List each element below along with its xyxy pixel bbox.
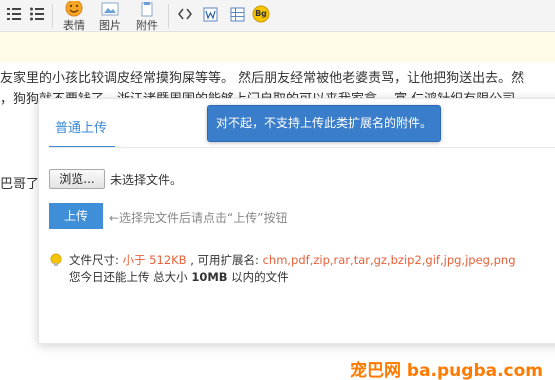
emoji-button[interactable]: 表情 [60, 0, 88, 32]
toolbar-divider [168, 4, 169, 28]
image-icon [101, 0, 119, 20]
image-label: 图片 [99, 19, 121, 32]
lightbulb-icon [49, 253, 63, 273]
quota-value: 10MB [191, 270, 228, 284]
file-size-line: 文件尺寸: 小于 512KB , 可用扩展名: chm,pdf,zip,rar,… [69, 252, 516, 269]
upload-hint: ←选择完文件后请点击“上传”按钮 [109, 211, 288, 225]
size-prefix: 文件尺寸: [69, 253, 123, 267]
ext-prefix: , 可用扩展名: [186, 253, 263, 267]
size-limit: 小于 512KB [122, 253, 187, 267]
notice-bar [0, 32, 555, 62]
selected-file-label: 未选择文件。 [110, 173, 183, 187]
site-watermark: 宠巴网 ba.pugba.com [350, 361, 544, 380]
code-icon[interactable] [177, 6, 193, 22]
attachment-label: 附件 [136, 19, 158, 32]
smiley-icon [65, 0, 83, 20]
background-color-badge: Bg [255, 9, 267, 18]
attachment-icon [139, 0, 155, 20]
word-document-icon[interactable] [202, 6, 218, 22]
image-button[interactable]: 图片 [96, 0, 124, 32]
tab-divider [49, 147, 555, 148]
allowed-extensions: chm,pdf,zip,rar,tar,gz,bzip2,gif,jpg,jpe… [262, 253, 516, 267]
toolbar-divider [52, 4, 53, 28]
quota-suffix: 以内的文件 [227, 270, 289, 284]
table-icon[interactable] [229, 6, 245, 22]
error-toast: 对不起，不支持上传此类扩展名的附件。 [207, 105, 441, 142]
quota-prefix: 您今日还能上传 总大小 [69, 270, 192, 284]
background-color-icon[interactable]: Bg [252, 5, 270, 23]
editor-toolbar: 表情 图片 附件 Bg [0, 0, 555, 32]
browse-button[interactable]: 浏览... [49, 169, 105, 189]
attachment-button[interactable]: 附件 [133, 0, 161, 32]
ordered-list-icon[interactable] [6, 6, 22, 22]
tab-normal-upload[interactable]: 普通上传 [49, 99, 113, 147]
editor-screen: 表情 图片 附件 Bg 友家里的小孩比较调皮经常摸狗屎等等。 然后朋友经常被他老… [0, 0, 555, 380]
post-text-line: 巴哥了 [0, 177, 40, 192]
emoji-label: 表情 [63, 19, 85, 32]
bullet-list-icon[interactable] [29, 6, 45, 22]
post-text-line: 友家里的小孩比较调皮经常摸狗屎等等。 然后朋友经常被他老婆责骂，让他把狗送出去。… [0, 71, 525, 86]
quota-line: 您今日还能上传 总大小 10MB 以内的文件 [69, 269, 289, 286]
upload-button[interactable]: 上传 [49, 203, 103, 229]
